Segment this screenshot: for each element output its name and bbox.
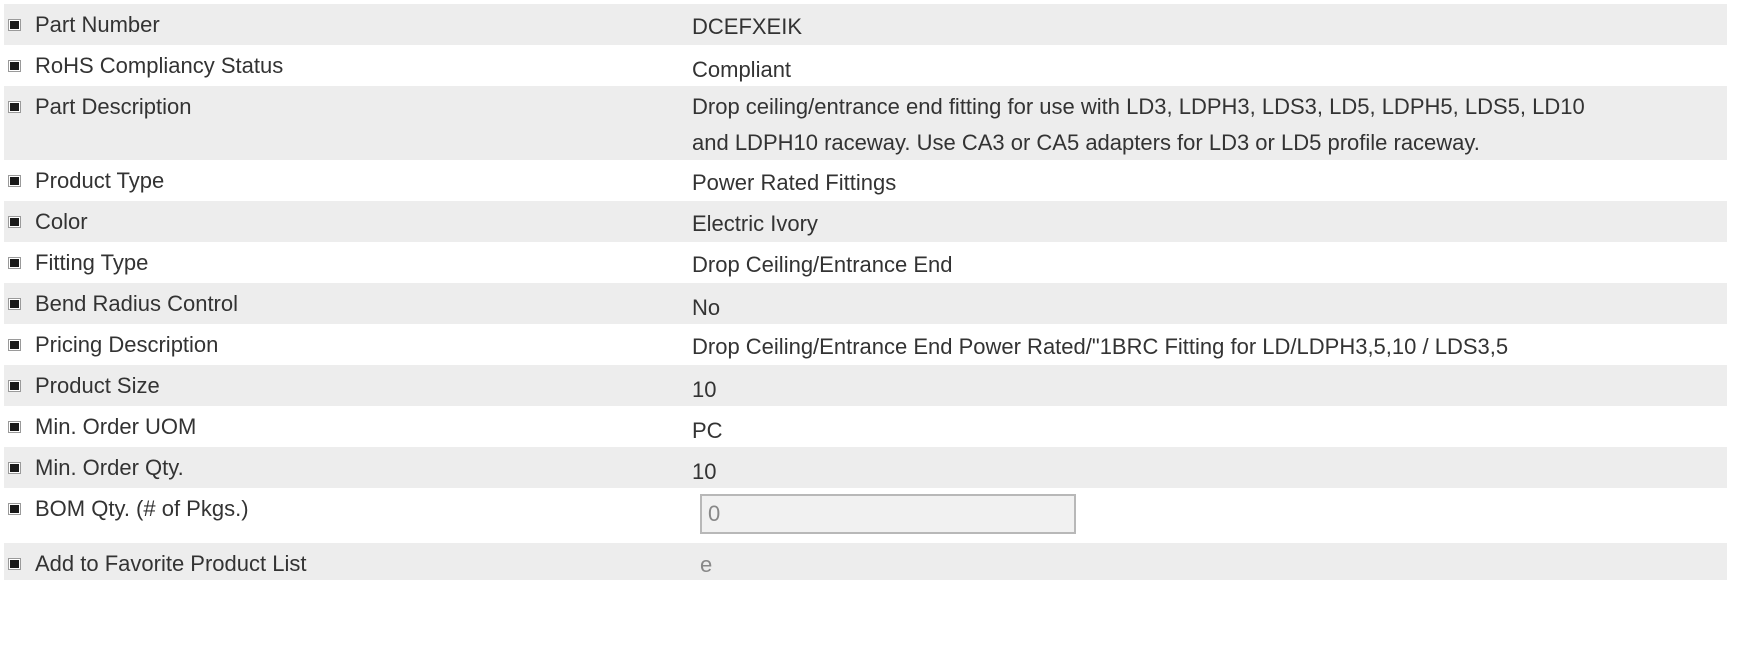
spec-label-cell: Part Description	[4, 86, 692, 119]
spec-label: Min. Order Qty.	[35, 455, 184, 480]
spec-label-cell: Fitting Type	[4, 242, 692, 275]
spec-value: 10	[692, 459, 717, 484]
spec-label: RoHS Compliancy Status	[35, 53, 284, 78]
bullet-icon	[4, 251, 30, 271]
spec-label-cell: Part Number	[4, 4, 692, 37]
spec-row-product-type: Product Type Power Rated Fittings	[4, 160, 1727, 201]
spec-value: No	[692, 295, 721, 320]
bullet-icon	[4, 292, 30, 312]
spec-value: Drop Ceiling/Entrance End	[692, 252, 953, 277]
spec-row-pricing-description: Pricing Description Drop Ceiling/Entranc…	[4, 324, 1727, 365]
spec-label: Product Type	[35, 168, 165, 193]
bullet-icon	[4, 13, 30, 33]
spec-label: BOM Qty. (# of Pkgs.)	[35, 496, 249, 521]
spec-row-bom-qty: BOM Qty. (# of Pkgs.)	[4, 488, 1727, 543]
spec-row-product-size: Product Size 10	[4, 365, 1727, 406]
spec-label: Min. Order UOM	[35, 414, 197, 439]
spec-row-add-favorite: Add to Favorite Product List e	[4, 543, 1727, 580]
spec-label-cell: Pricing Description	[4, 324, 692, 357]
spec-value: PC	[692, 418, 723, 443]
spec-label-cell: RoHS Compliancy Status	[4, 45, 692, 78]
spec-label: Color	[35, 209, 88, 234]
spec-label-cell: Add to Favorite Product List	[4, 543, 692, 576]
spec-label: Fitting Type	[35, 250, 149, 275]
bullet-icon	[4, 169, 30, 189]
spec-label: Add to Favorite Product List	[35, 551, 307, 576]
spec-value: Drop ceiling/entrance end fitting for us…	[692, 86, 1727, 161]
bullet-icon	[4, 497, 30, 517]
bullet-icon	[4, 456, 30, 476]
spec-row-min-order-uom: Min. Order UOM PC	[4, 406, 1727, 447]
spec-label: Bend Radius Control	[35, 291, 239, 316]
bullet-icon	[4, 333, 30, 353]
spec-value-line: and LDPH10 raceway. Use CA3 or CA5 adapt…	[692, 130, 1480, 155]
spec-label-cell: Min. Order Qty.	[4, 447, 692, 480]
spec-label-cell: Product Size	[4, 365, 692, 398]
spec-value-line: Drop ceiling/entrance end fitting for us…	[692, 94, 1585, 119]
product-spec-table: Part Number DCEFXEIK RoHS Compliancy Sta…	[4, 4, 1727, 580]
spec-value: Electric Ivory	[692, 211, 818, 236]
bom-qty-cell	[692, 488, 1727, 534]
add-favorite-icon[interactable]: e	[700, 553, 712, 577]
bullet-icon	[4, 54, 30, 74]
bullet-icon	[4, 210, 30, 230]
spec-label-cell: BOM Qty. (# of Pkgs.)	[4, 488, 692, 521]
spec-row-part-description: Part Description Drop ceiling/entrance e…	[4, 86, 1727, 160]
spec-row-rohs-status: RoHS Compliancy Status Compliant	[4, 45, 1727, 86]
bullet-icon	[4, 415, 30, 435]
bullet-icon	[4, 374, 30, 394]
spec-label: Part Number	[35, 12, 160, 37]
bom-qty-input[interactable]	[700, 494, 1076, 534]
spec-row-bend-radius-control: Bend Radius Control No	[4, 283, 1727, 324]
spec-label-cell: Product Type	[4, 160, 692, 193]
spec-label-cell: Color	[4, 201, 692, 234]
spec-value: Power Rated Fittings	[692, 170, 897, 195]
spec-row-color: Color Electric Ivory	[4, 201, 1727, 242]
spec-value: DCEFXEIK	[692, 14, 803, 39]
bullet-icon	[4, 95, 30, 115]
spec-row-part-number: Part Number DCEFXEIK	[4, 4, 1727, 45]
spec-row-min-order-qty: Min. Order Qty. 10	[4, 447, 1727, 488]
spec-label: Pricing Description	[35, 332, 219, 357]
spec-label: Part Description	[35, 94, 192, 119]
spec-row-fitting-type: Fitting Type Drop Ceiling/Entrance End	[4, 242, 1727, 283]
spec-label: Product Size	[35, 373, 160, 398]
spec-label-cell: Bend Radius Control	[4, 283, 692, 316]
spec-label-cell: Min. Order UOM	[4, 406, 692, 439]
bullet-icon	[4, 552, 30, 572]
spec-value: 10	[692, 377, 717, 402]
spec-value: Drop Ceiling/Entrance End Power Rated/"1…	[692, 334, 1509, 359]
favorite-cell: e	[692, 543, 1727, 577]
spec-value: Compliant	[692, 57, 792, 82]
